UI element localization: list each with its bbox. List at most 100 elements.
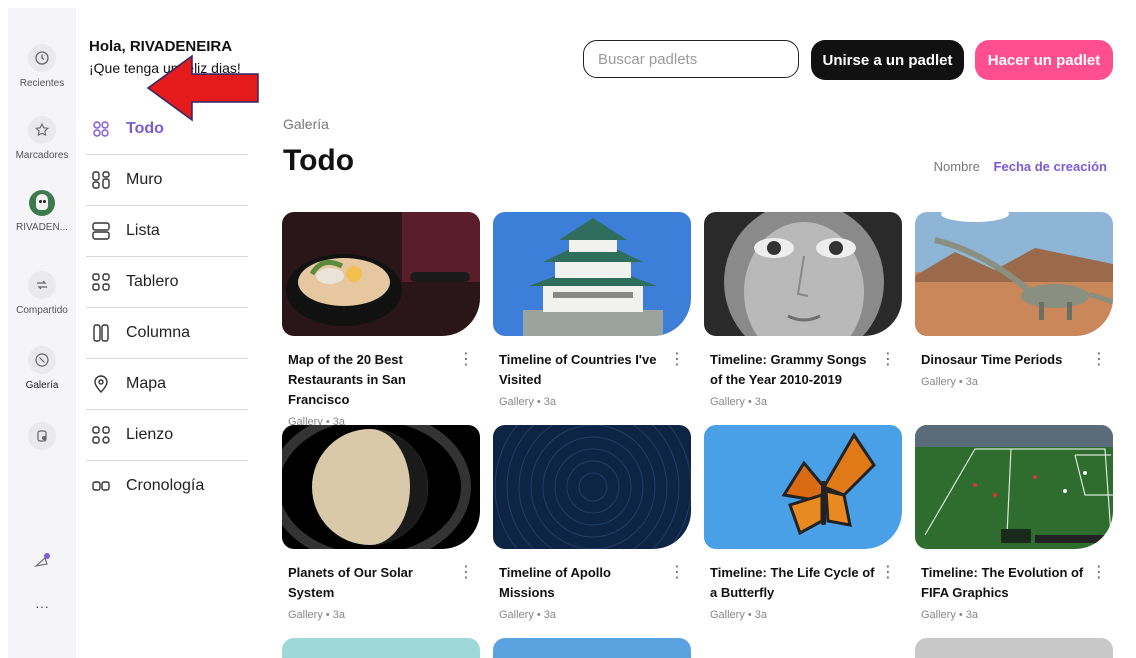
trash-icon [28, 422, 56, 450]
rail-label: Galería [25, 380, 59, 391]
more-options-icon[interactable]: ⋮ [880, 562, 896, 582]
map-pin-icon [90, 373, 112, 395]
nav-item-mapa[interactable]: Mapa [86, 359, 248, 410]
card-thumbnail [282, 638, 480, 658]
gallery-card[interactable]: Timeline: Grammy Songs of the Year 2010-… [704, 212, 902, 408]
card-thumbnail-butterfly [704, 425, 902, 549]
more-options-icon[interactable]: ⋮ [458, 562, 474, 582]
bell-icon [33, 553, 50, 568]
rail-item-recientes[interactable]: Recientes [8, 44, 76, 89]
card-meta: Gallery • 3a [499, 396, 557, 408]
card-meta: Gallery • 3a [499, 609, 557, 621]
card-thumbnail-portrait [704, 212, 902, 336]
gallery-card[interactable]: Map of the 20 Best Restaurants in San Fr… [282, 212, 480, 428]
rail-item-profile[interactable]: RIVADEN... [8, 190, 76, 233]
rail-item-compartido[interactable]: Compartido [8, 271, 76, 316]
card-title: Timeline: Grammy Songs of the Year 2010-… [710, 350, 880, 412]
more-options-icon[interactable]: ⋮ [669, 562, 685, 582]
gallery-card[interactable]: Timeline: The Life Cycle of a Butterfly … [704, 425, 902, 621]
rail-item-trash[interactable] [8, 422, 76, 450]
nav-item-tablero[interactable]: Tablero [86, 257, 248, 308]
nav-item-muro[interactable]: Muro [86, 155, 248, 206]
more-options-icon[interactable]: ⋮ [458, 349, 474, 369]
canvas-icon [90, 424, 112, 446]
gallery-card[interactable]: Timeline of Apollo Missions Gallery • 3a… [493, 425, 691, 621]
nav-label: Muro [126, 171, 163, 188]
wall-icon [90, 169, 112, 191]
card-title: Timeline of Apollo Missions Gallery • 3a [499, 563, 669, 625]
greeting-name: Hola, RIVADENEIRA [89, 38, 233, 55]
breadcrumb[interactable]: Galería [283, 116, 329, 132]
gallery-card[interactable]: Timeline: The Evolution of FIFA Graphics… [915, 425, 1113, 621]
card-title: Dinosaur Time Periods Gallery • 3a [921, 350, 1091, 392]
card-thumbnail-castle [493, 212, 691, 336]
rail-label: Marcadores [15, 150, 69, 161]
card-meta: Gallery • 3a [710, 609, 768, 621]
nav-label: Lista [126, 222, 160, 239]
sort-options: Nombre Fecha de creación [924, 159, 1107, 174]
gallery-card[interactable] [915, 638, 1113, 658]
more-options-icon[interactable]: ⋮ [1091, 349, 1107, 369]
nav-label: Mapa [126, 375, 167, 392]
gallery-card[interactable]: Timeline of Countries I've Visited Galle… [493, 212, 691, 408]
card-thumbnail-football-pitch [915, 425, 1113, 549]
card-thumbnail-star-trails [493, 425, 691, 549]
more-options-icon[interactable]: ⋮ [880, 349, 896, 369]
rail-label: Compartido [16, 305, 68, 316]
nav-label: Tablero [126, 273, 179, 290]
rail-label: Recientes [19, 78, 65, 89]
rail-item-notifications[interactable] [8, 552, 76, 577]
nav-label: Lienzo [126, 426, 174, 443]
card-title: Map of the 20 Best Restaurants in San Fr… [288, 350, 458, 432]
avatar [29, 190, 55, 216]
nav-item-cronologia[interactable]: Cronología [86, 461, 248, 511]
sort-by-date[interactable]: Fecha de creación [994, 159, 1107, 174]
nav-label: Todo [126, 120, 164, 137]
gallery-card[interactable] [282, 638, 480, 658]
card-thumbnail [493, 638, 691, 658]
column-icon [90, 322, 112, 344]
more-options-icon[interactable]: ⋮ [1091, 562, 1107, 582]
card-title: Planets of Our Solar System Gallery • 3a [288, 563, 458, 625]
share-icon [28, 271, 56, 299]
card-thumbnail-planet [282, 425, 480, 549]
more-options-icon[interactable]: ⋮ [669, 349, 685, 369]
card-title: Timeline of Countries I've Visited Galle… [499, 350, 669, 412]
layout-filter-nav: Todo Muro Lista Tablero Columna Mapa Lie… [86, 104, 248, 511]
nav-item-lienzo[interactable]: Lienzo [86, 410, 248, 461]
page-title: Todo [283, 144, 355, 177]
card-meta: Gallery • 3a [921, 609, 979, 621]
grid-icon [90, 271, 112, 293]
rail-item-marcadores[interactable]: Marcadores [8, 116, 76, 161]
nav-label: Cronología [126, 477, 205, 494]
card-title: Timeline: The Evolution of FIFA Graphics… [921, 563, 1091, 625]
card-title: Timeline: The Life Cycle of a Butterfly … [710, 563, 880, 625]
make-padlet-button[interactable]: Hacer un padlet [975, 40, 1113, 80]
left-rail: Recientes Marcadores RIVADEN... Comparti… [8, 8, 76, 658]
sort-by-name[interactable]: Nombre [934, 159, 980, 174]
nav-label: Columna [126, 324, 191, 341]
join-padlet-button[interactable]: Unirse a un padlet [811, 40, 964, 80]
all-icon [90, 118, 112, 140]
card-thumbnail-dinosaur [915, 212, 1113, 336]
rail-item-galeria[interactable]: Galería [8, 346, 76, 391]
gallery-card[interactable]: Dinosaur Time Periods Gallery • 3a ⋮ [915, 212, 1113, 388]
gallery-card[interactable]: Planets of Our Solar System Gallery • 3a… [282, 425, 480, 621]
nav-item-lista[interactable]: Lista [86, 206, 248, 257]
card-meta: Gallery • 3a [288, 609, 346, 621]
card-thumbnail [915, 638, 1113, 658]
star-icon [28, 116, 56, 144]
list-icon [90, 220, 112, 242]
gallery-card[interactable] [493, 638, 691, 658]
more-menu-button[interactable]: ··· [8, 598, 76, 614]
nav-item-columna[interactable]: Columna [86, 308, 248, 359]
card-meta: Gallery • 3a [710, 396, 768, 408]
card-thumbnail-ramen [282, 212, 480, 336]
clock-icon [28, 44, 56, 72]
gallery-icon [28, 346, 56, 374]
search-input[interactable] [583, 40, 799, 78]
rail-label: RIVADEN... [15, 222, 69, 233]
timeline-icon [90, 475, 112, 497]
card-meta: Gallery • 3a [921, 376, 979, 388]
red-arrow-annotation [146, 54, 259, 122]
